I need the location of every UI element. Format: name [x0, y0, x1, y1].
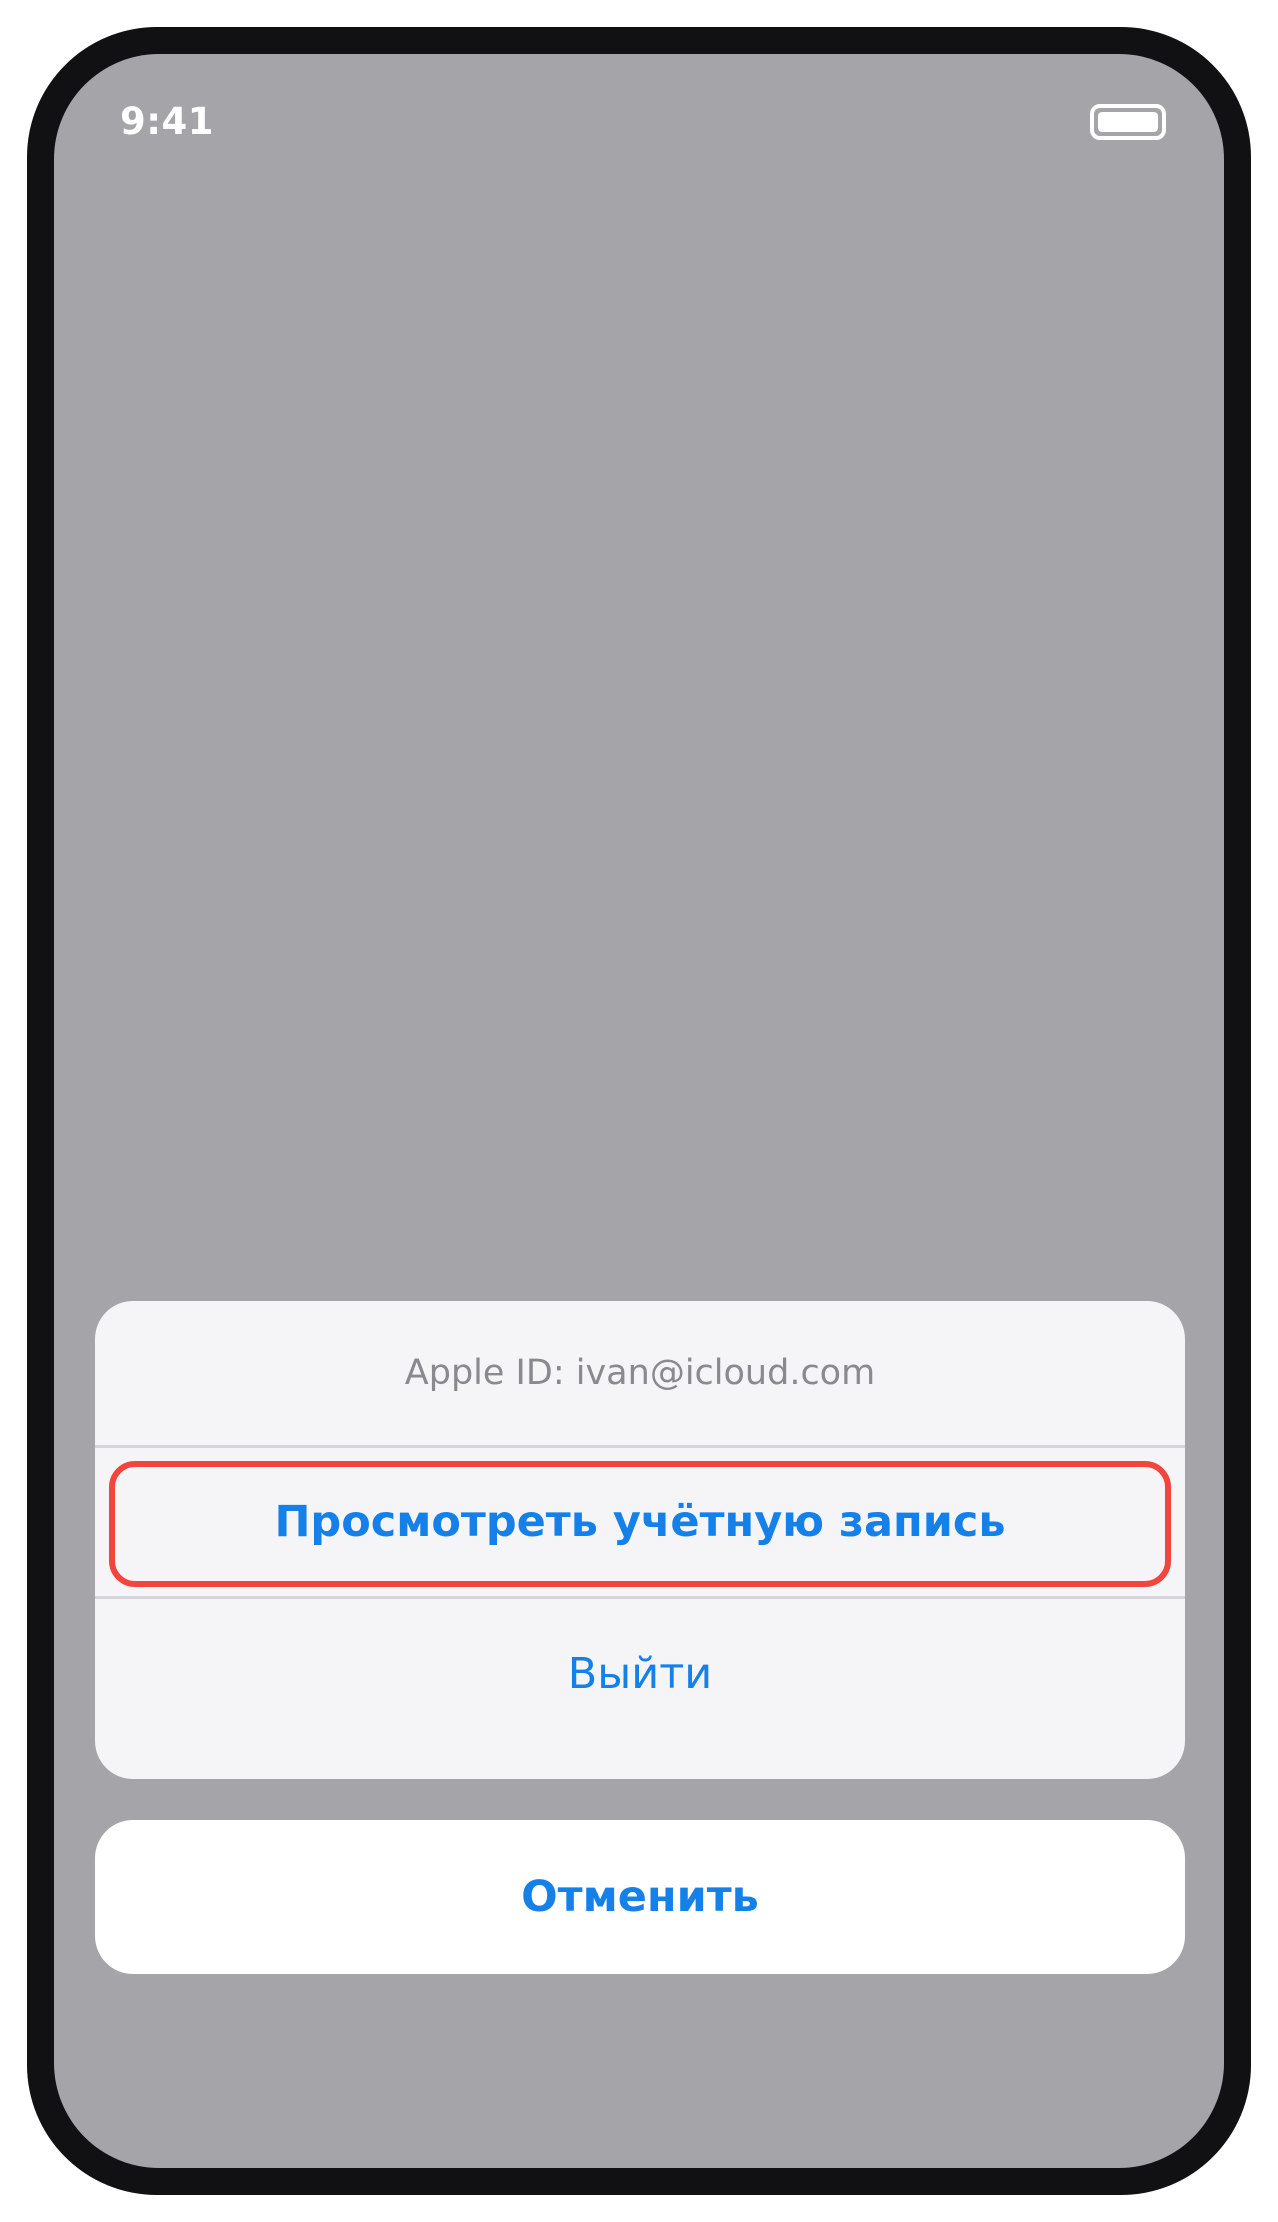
- phone-frame: 9:41 Apple ID: ivan@icloud.com Просмотре…: [27, 27, 1251, 2195]
- cancel-button[interactable]: Отменить: [95, 1820, 1185, 1974]
- screen: 9:41 Apple ID: ivan@icloud.com Просмотре…: [54, 54, 1224, 2168]
- action-sheet-title: Apple ID: ivan@icloud.com: [404, 1353, 876, 1393]
- status-time: 9:41: [120, 100, 215, 143]
- battery-icon: [1090, 104, 1166, 140]
- sign-out-button[interactable]: Выйти: [95, 1599, 1185, 1749]
- view-account-button[interactable]: Просмотреть учётную запись: [95, 1448, 1185, 1596]
- status-bar: 9:41: [54, 54, 1224, 184]
- battery-fill: [1098, 112, 1158, 132]
- action-sheet: Apple ID: ivan@icloud.com Просмотреть уч…: [95, 1301, 1185, 1779]
